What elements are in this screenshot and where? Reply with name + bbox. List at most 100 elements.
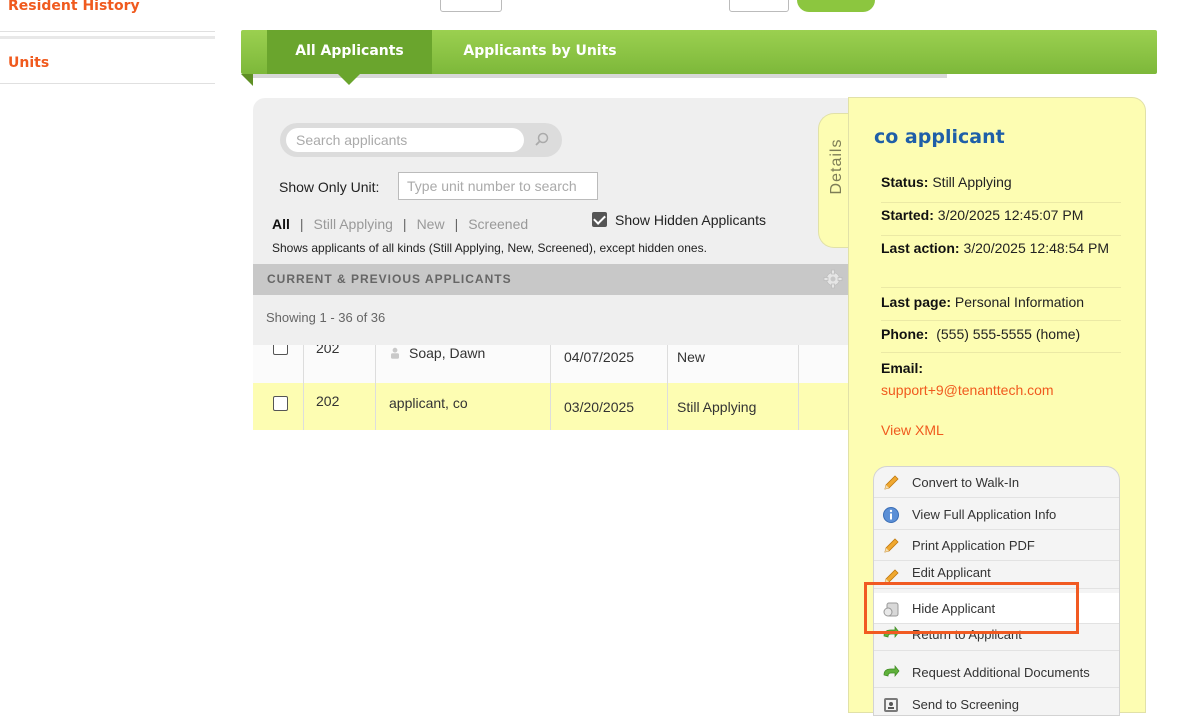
filter-new[interactable]: New [417,216,445,232]
sidebar-item-units[interactable]: Units [0,36,215,84]
view-xml-link[interactable]: View XML [881,422,944,438]
request-additional-documents-button[interactable]: Request Additional Documents [874,657,1119,688]
detail-started: Started: 3/20/2025 12:45:07 PM [881,205,1121,236]
unit-number: 202 [316,345,340,356]
convert-to-walk-in-button[interactable]: Convert to Walk-In [874,467,1119,498]
info-icon [883,507,899,523]
tab-all-applicants[interactable]: All Applicants [267,30,432,74]
edit-applicant-button[interactable]: Edit Applicant [874,561,1119,589]
row-checkbox[interactable] [273,345,288,355]
applicant-title: co applicant [874,126,1005,148]
filter-all[interactable]: All [272,216,290,232]
pencil-icon [884,475,899,490]
name-cell: applicant, co [376,383,551,430]
action-label: Send to Screening [912,697,1019,712]
detail-last-page-label: Last page: [881,294,952,310]
table-row[interactable]: 202 Soap, Dawn 04/07/2025 New [253,345,853,383]
gear-icon[interactable] [823,269,843,289]
detail-started-label: Started: [881,207,934,223]
applicant-name[interactable]: applicant, co [376,395,468,411]
search-input[interactable] [286,128,524,152]
hide-applicant-button[interactable]: Hide Applicant [874,593,1119,624]
unit-cell: 202 [304,383,376,430]
filter-separator: | [454,216,459,232]
unit-cell: 202 [304,345,376,383]
search-icon[interactable] [532,131,552,149]
person-icon [391,347,399,359]
tabs-bar-fold [241,74,253,86]
applied-date: 03/20/2025 [564,399,635,415]
name-cell: Soap, Dawn [376,345,551,383]
return-to-applicant-button[interactable]: Return to Applicant [874,626,1119,651]
applicants-panel: Show Only Unit: All | Still Applying | New | S… [253,98,853,430]
pencil-icon [884,569,899,584]
sidebar: Resident History Units [0,0,215,430]
extra-cell [799,383,853,430]
status-cell: Still Applying [668,383,799,430]
hide-icon [883,602,899,617]
action-label: Request Additional Documents [912,665,1090,680]
send-to-screening-button[interactable]: Send to Screening [874,689,1119,715]
top-select-2[interactable] [729,0,789,12]
filter-still-applying[interactable]: Still Applying [314,216,393,232]
view-full-application-button[interactable]: View Full Application Info [874,499,1119,530]
screening-icon [884,698,898,712]
detail-last-action-label: Last action: [881,240,960,256]
status-cell: New [668,345,799,383]
page-background [215,430,848,713]
checkbox-cell [253,383,304,430]
search-box [280,123,562,157]
action-label: Convert to Walk-In [912,475,1020,490]
detail-status-value: Still Applying [932,174,1012,190]
results-count: Showing 1 - 36 of 36 [266,310,386,325]
applicant-status: Still Applying [677,399,757,415]
actions-menu: Convert to Walk-In View Full Application… [873,466,1120,716]
unit-filter-label: Show Only Unit: [279,179,380,195]
date-cell: 04/07/2025 [551,345,668,383]
detail-last-page: Last page: Personal Information [881,292,1121,321]
detail-last-action-value: 3/20/2025 12:48:54 PM [963,240,1110,256]
return-arrow-icon [883,665,900,677]
date-cell: 03/20/2025 [551,383,668,430]
checkbox-cell [253,345,304,383]
detail-phone-value: (555) 555-5555 (home) [936,326,1081,342]
detail-phone: Phone: (555) 555-5555 (home) [881,324,1121,353]
top-go-button[interactable] [797,0,875,12]
applicant-name[interactable]: Soap, Dawn [409,345,485,361]
show-hidden-toggle[interactable]: Show Hidden Applicants [592,212,766,228]
detail-email: Email: [881,358,1121,378]
unit-number: 202 [316,393,340,409]
row-checkbox[interactable] [273,396,288,411]
filter-separator: | [402,216,407,232]
detail-status: Status: Still Applying [881,172,1121,203]
filter-separator: | [299,216,304,232]
detail-started-value: 3/20/2025 12:45:07 PM [937,207,1084,223]
detail-status-label: Status: [881,174,929,190]
print-application-pdf-button[interactable]: Print Application PDF [874,530,1119,561]
filter-screened[interactable]: Screened [468,216,528,232]
action-label: View Full Application Info [912,507,1057,522]
detail-last-action: Last action: 3/20/2025 12:48:54 PM [881,238,1121,288]
top-toolbar [215,0,1197,14]
show-hidden-label: Show Hidden Applicants [615,212,766,228]
detail-last-page-value: Personal Information [954,294,1085,310]
email-link[interactable]: support+9@tenanttech.com [881,382,1054,398]
action-label: Print Application PDF [912,538,1035,553]
unit-filter-input[interactable] [398,172,598,200]
action-label: Hide Applicant [912,601,996,616]
section-header: CURRENT & PREVIOUS APPLICANTS [253,264,853,295]
show-hidden-checkbox[interactable] [592,212,607,227]
detail-phone-label: Phone: [881,326,929,342]
filter-description: Shows applicants of all kinds (Still App… [272,241,707,255]
extra-cell [799,345,853,383]
details-tab[interactable]: Details [818,113,850,248]
table-row[interactable]: 202 applicant, co 03/20/2025 Still Apply… [253,383,853,430]
name-wrap: Soap, Dawn [389,345,485,361]
action-label: Return to Applicant [912,627,1022,642]
applied-date: 04/07/2025 [564,349,635,365]
top-select-1[interactable] [440,0,502,12]
tab-applicants-by-units[interactable]: Applicants by Units [440,30,640,74]
status-filters: All | Still Applying | New | Screened [272,216,528,232]
sidebar-item-resident-history[interactable]: Resident History [0,0,215,32]
active-tab-pointer [338,74,360,85]
